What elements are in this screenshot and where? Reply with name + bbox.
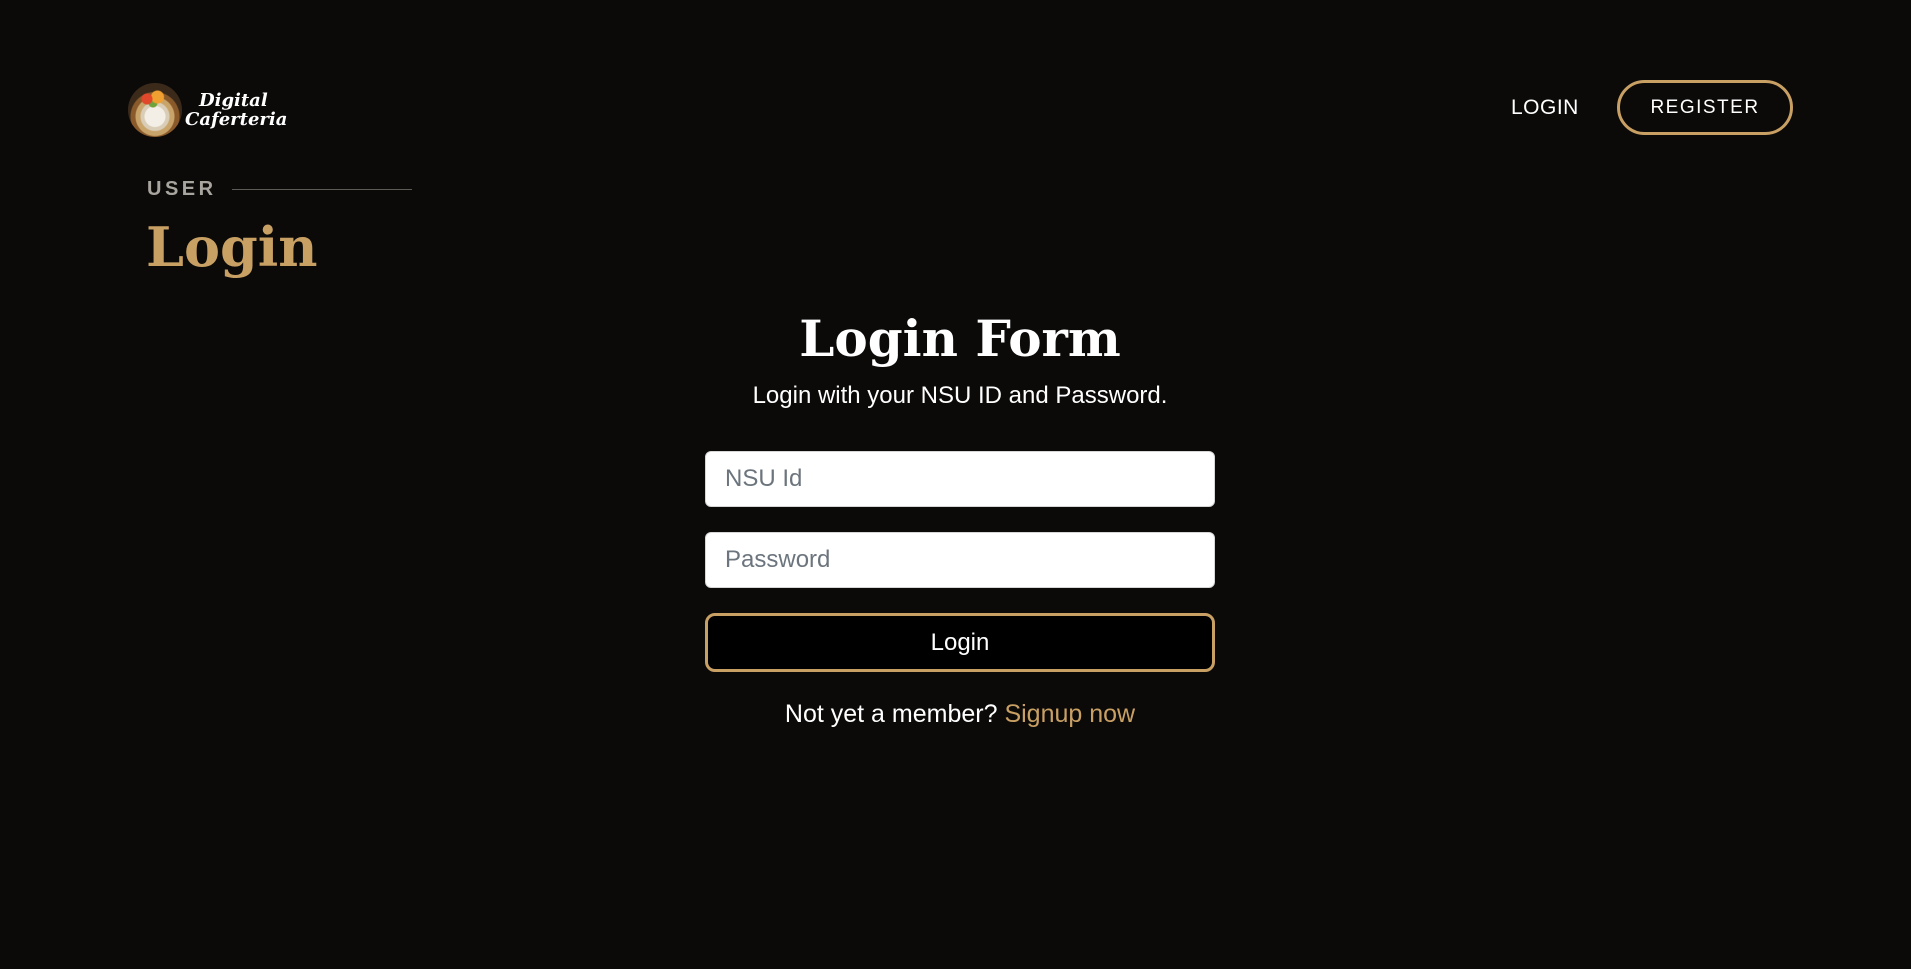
login-submit-button[interactable]: Login xyxy=(705,613,1215,672)
page-title: Login xyxy=(146,215,318,279)
logo-line-1: Digital xyxy=(199,90,268,111)
nav-register-button[interactable]: REGISTER xyxy=(1617,80,1793,135)
signup-prompt-text: Not yet a member? xyxy=(784,700,1005,728)
nav-login-link[interactable]: LOGIN xyxy=(1511,96,1579,120)
signup-prompt-row: Not yet a member? Signup now xyxy=(0,700,1911,729)
section-eyebrow: USER xyxy=(147,178,412,201)
logo-line-2: Caferteria xyxy=(185,109,288,130)
page: Digital Caferteria LOGIN REGISTER USER L… xyxy=(0,0,1911,969)
nsu-id-input[interactable] xyxy=(705,451,1215,507)
food-plate-icon xyxy=(128,83,182,137)
login-form-subtitle: Login with your NSU ID and Password. xyxy=(752,382,1168,409)
logo-text: Digital Caferteria xyxy=(185,91,287,129)
signup-link[interactable]: Signup now xyxy=(1004,700,1135,728)
eyebrow-divider xyxy=(231,189,412,190)
eyebrow-label: USER xyxy=(147,178,217,200)
logo-link[interactable]: Digital Caferteria xyxy=(128,83,287,137)
login-form-title: Login Form xyxy=(799,309,1121,368)
password-input[interactable] xyxy=(705,532,1215,588)
